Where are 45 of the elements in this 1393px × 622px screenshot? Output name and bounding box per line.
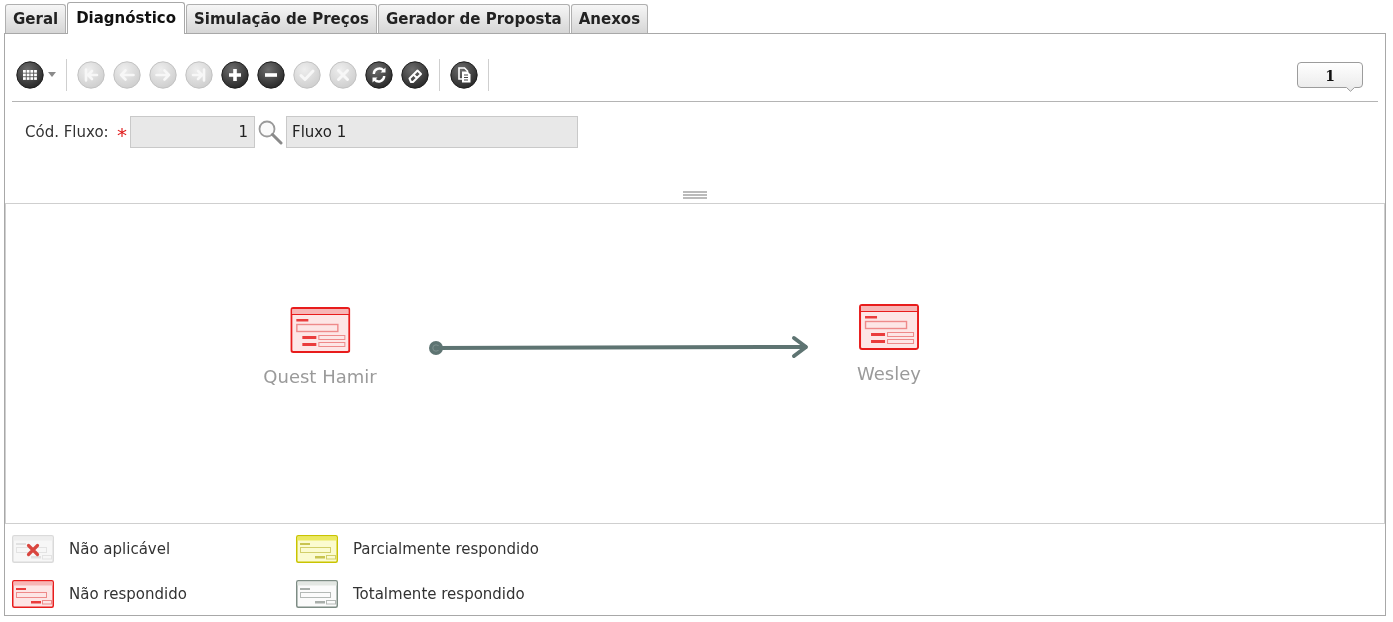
record-counter: 1 [1297,61,1363,92]
description-field[interactable]: Fluxo 1 [286,116,578,148]
connector-arrow[interactable] [429,336,808,358]
crossed-form-icon [12,535,54,563]
cross-icon [329,60,357,89]
node-label: Wesley [857,362,921,386]
document-button[interactable] [450,60,478,89]
grid-icon [16,60,44,89]
caret-icon [48,72,56,77]
arrow-left-icon [113,60,141,89]
legend-label: Parcialmente respondido [353,538,539,560]
remove-button[interactable] [257,60,285,89]
check-icon [293,60,321,89]
arrow-to-bar-left-icon [77,60,105,89]
form-icon[interactable] [290,307,350,353]
field-label: Cód. Fluxo: [25,121,110,143]
tab[interactable]: Simulação de Preços [186,4,377,33]
legend-label: Totalmente respondido [353,583,525,605]
search-icon [257,119,283,145]
tab[interactable]: Anexos [570,4,649,33]
document-icon [450,60,478,89]
search-button[interactable] [257,119,283,145]
arrow-right-icon [149,60,177,89]
form-icon[interactable] [859,304,919,350]
tab[interactable]: Geral [5,4,67,33]
grid-view-button[interactable] [16,60,56,89]
code-field[interactable]: 1 [130,116,255,148]
tab[interactable]: Gerador de Proposta [377,4,570,33]
node-label: Quest Hamir [263,365,377,389]
form-icon [12,580,54,608]
edit-button[interactable] [401,60,429,89]
eraser-icon [401,60,429,89]
form-icon [296,580,338,608]
resize-handle-icon[interactable] [683,191,707,199]
minus-icon [257,60,285,89]
legend-label: Não aplicável [69,538,171,560]
form-icon [296,535,338,563]
refresh-button[interactable] [365,60,393,89]
arrow-to-bar-right-icon [185,60,213,89]
plus-icon [221,60,249,89]
required-marker: * [117,124,127,145]
add-button[interactable] [221,60,249,89]
refresh-icon [365,60,393,89]
legend-label: Não respondido [69,583,187,605]
tab[interactable]: Diagnóstico [67,2,186,34]
